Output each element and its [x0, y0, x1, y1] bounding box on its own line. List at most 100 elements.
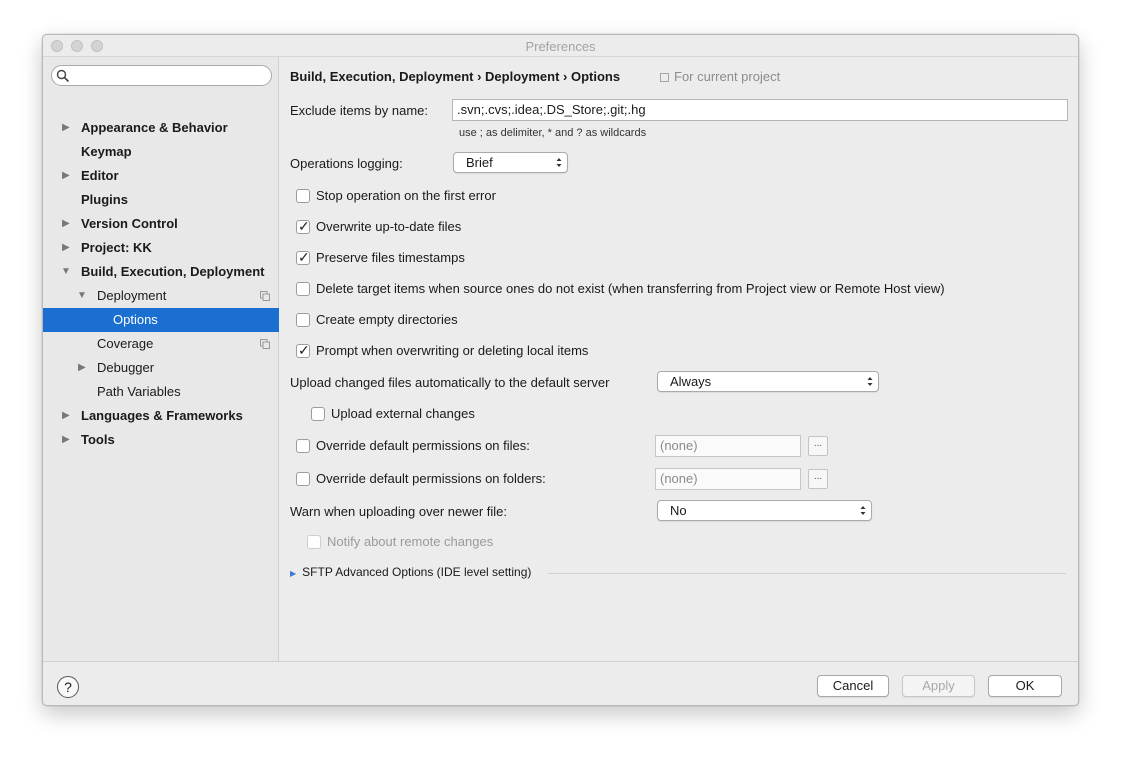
help-button[interactable]: ?	[57, 676, 79, 698]
checkbox-box[interactable]	[296, 472, 310, 486]
expand-arrow-icon[interactable]: ▶	[62, 116, 70, 140]
project-scope-icon	[260, 291, 270, 301]
sidebar-item-label: Editor	[81, 168, 119, 183]
expand-arrow-icon[interactable]: ▶	[78, 356, 86, 380]
expand-arrow-icon[interactable]: ▶	[62, 428, 70, 452]
files-permissions-input[interactable]: (none)	[655, 435, 801, 457]
sidebar-item-label: Appearance & Behavior	[81, 120, 228, 135]
checkbox-label: Delete target items when source ones do …	[316, 281, 945, 296]
sidebar-item-deployment[interactable]: ▼ Deployment	[43, 284, 279, 308]
folders-permissions-input[interactable]: (none)	[655, 468, 801, 490]
sidebar-item-label: Path Variables	[97, 384, 181, 399]
checkbox-box[interactable]: ✓	[296, 218, 310, 234]
cancel-button[interactable]: Cancel	[817, 675, 889, 697]
options-panel: Build, Execution, Deployment › Deploymen…	[280, 57, 1078, 661]
select-arrows-icon	[867, 377, 873, 386]
expand-arrow-icon[interactable]: ▶	[62, 164, 70, 188]
project-scope-icon	[660, 73, 669, 82]
warn-newer-select[interactable]: No	[657, 500, 872, 521]
checkmark-icon: ✓	[298, 218, 310, 234]
expand-arrow-icon: ▶	[290, 569, 297, 578]
sidebar-item-label: Languages & Frameworks	[81, 408, 243, 423]
scope-indicator: For current project	[660, 69, 780, 84]
checkbox-label: Upload external changes	[331, 406, 475, 421]
sftp-advanced-label: SFTP Advanced Options (IDE level setting…	[302, 565, 532, 579]
sidebar-item-appearance-behavior[interactable]: ▶ Appearance & Behavior	[43, 116, 279, 140]
section-divider	[548, 573, 1066, 574]
upload-changed-select[interactable]: Always	[657, 371, 879, 392]
sidebar-item-label: Tools	[81, 432, 115, 447]
exclude-items-hint: use ; as delimiter, * and ? as wildcards	[459, 127, 647, 139]
preferences-window: Preferences ▶ Appearance & Behavior Keym…	[42, 34, 1079, 706]
settings-search-input[interactable]	[51, 65, 272, 86]
collapse-arrow-icon[interactable]: ▼	[61, 260, 71, 284]
sidebar-item-label: Debugger	[97, 360, 155, 375]
checkbox-label: Overwrite up-to-date files	[316, 219, 462, 234]
sftp-advanced-toggle[interactable]: ▶ SFTP Advanced Options (IDE level settin…	[290, 565, 531, 579]
sidebar-item-coverage[interactable]: Coverage	[43, 332, 279, 356]
sidebar-item-label: Deployment	[97, 288, 167, 303]
sidebar-item-build-execution-deployment[interactable]: ▼ Build, Execution, Deployment	[43, 260, 279, 284]
settings-sidebar: ▶ Appearance & Behavior Keymap ▶ Editor …	[43, 57, 279, 661]
select-value: Always	[670, 374, 712, 389]
checkbox-label: Preserve files timestamps	[316, 250, 465, 265]
folders-permissions-browse-button[interactable]: ...	[808, 469, 828, 489]
sidebar-item-languages-frameworks[interactable]: ▶ Languages & Frameworks	[43, 404, 279, 428]
select-arrows-icon	[860, 506, 866, 515]
expand-arrow-icon[interactable]: ▶	[62, 236, 70, 260]
sidebar-item-tools[interactable]: ▶ Tools	[43, 428, 279, 452]
operations-logging-label: Operations logging:	[290, 156, 403, 171]
checkbox-label: Create empty directories	[316, 312, 458, 327]
collapse-arrow-icon[interactable]: ▼	[77, 284, 87, 308]
sidebar-item-version-control[interactable]: ▶ Version Control	[43, 212, 279, 236]
select-value: Brief	[466, 155, 493, 170]
select-arrows-icon	[556, 158, 562, 167]
exclude-items-label: Exclude items by name:	[290, 103, 429, 118]
files-permissions-browse-button[interactable]: ...	[808, 436, 828, 456]
sidebar-item-label: Options	[113, 312, 158, 327]
sidebar-item-debugger[interactable]: ▶ Debugger	[43, 356, 279, 380]
sidebar-item-plugins[interactable]: Plugins	[43, 188, 279, 212]
operations-logging-select[interactable]: Brief	[453, 152, 568, 173]
scope-label: For current project	[674, 69, 781, 84]
sidebar-item-label: Plugins	[81, 192, 128, 207]
title-bar: Preferences	[43, 35, 1078, 57]
sidebar-item-label: Build, Execution, Deployment	[81, 264, 265, 279]
sidebar-item-project[interactable]: ▶ Project: KK	[43, 236, 279, 260]
checkbox-label: Notify about remote changes	[327, 534, 494, 549]
window-title: Preferences	[525, 39, 596, 54]
checkbox-label: Stop operation on the first error	[316, 188, 496, 203]
checkbox-box[interactable]	[296, 313, 310, 327]
sidebar-item-editor[interactable]: ▶ Editor	[43, 164, 279, 188]
sidebar-item-options[interactable]: Options	[43, 308, 279, 332]
sidebar-item-label: Project: KK	[81, 240, 152, 255]
ok-button[interactable]: OK	[988, 675, 1062, 697]
checkbox-label: Override default permissions on folders:	[316, 471, 546, 486]
apply-button[interactable]: Apply	[902, 675, 975, 697]
sidebar-item-keymap[interactable]: Keymap	[43, 140, 279, 164]
checkmark-icon: ✓	[298, 249, 310, 265]
dialog-footer: ? Cancel Apply OK	[43, 661, 1078, 705]
checkbox-box[interactable]: ✓	[296, 249, 310, 265]
select-value: No	[670, 503, 687, 518]
expand-arrow-icon[interactable]: ▶	[62, 404, 70, 428]
sidebar-item-path-variables[interactable]: Path Variables	[43, 380, 279, 404]
checkbox-label: Prompt when overwriting or deleting loca…	[316, 343, 589, 358]
project-scope-icon	[260, 339, 270, 349]
sidebar-item-label: Coverage	[97, 336, 154, 351]
checkbox-box[interactable]	[296, 439, 310, 453]
breadcrumb: Build, Execution, Deployment › Deploymen…	[290, 69, 621, 84]
checkbox-box[interactable]	[296, 189, 310, 203]
checkbox-box[interactable]	[296, 282, 310, 296]
expand-arrow-icon[interactable]: ▶	[62, 212, 70, 236]
sidebar-item-label: Keymap	[81, 144, 132, 159]
checkmark-icon: ✓	[298, 342, 310, 358]
sidebar-item-label: Version Control	[81, 216, 178, 231]
upload-changed-label: Upload changed files automatically to th…	[290, 375, 610, 390]
warn-newer-label: Warn when uploading over newer file:	[290, 504, 508, 519]
checkbox-box	[307, 535, 321, 549]
search-icon	[56, 69, 70, 83]
checkbox-box[interactable]: ✓	[296, 342, 310, 358]
checkbox-box[interactable]	[311, 407, 325, 421]
exclude-items-input[interactable]: .svn;.cvs;.idea;.DS_Store;.git;.hg	[452, 99, 1068, 121]
